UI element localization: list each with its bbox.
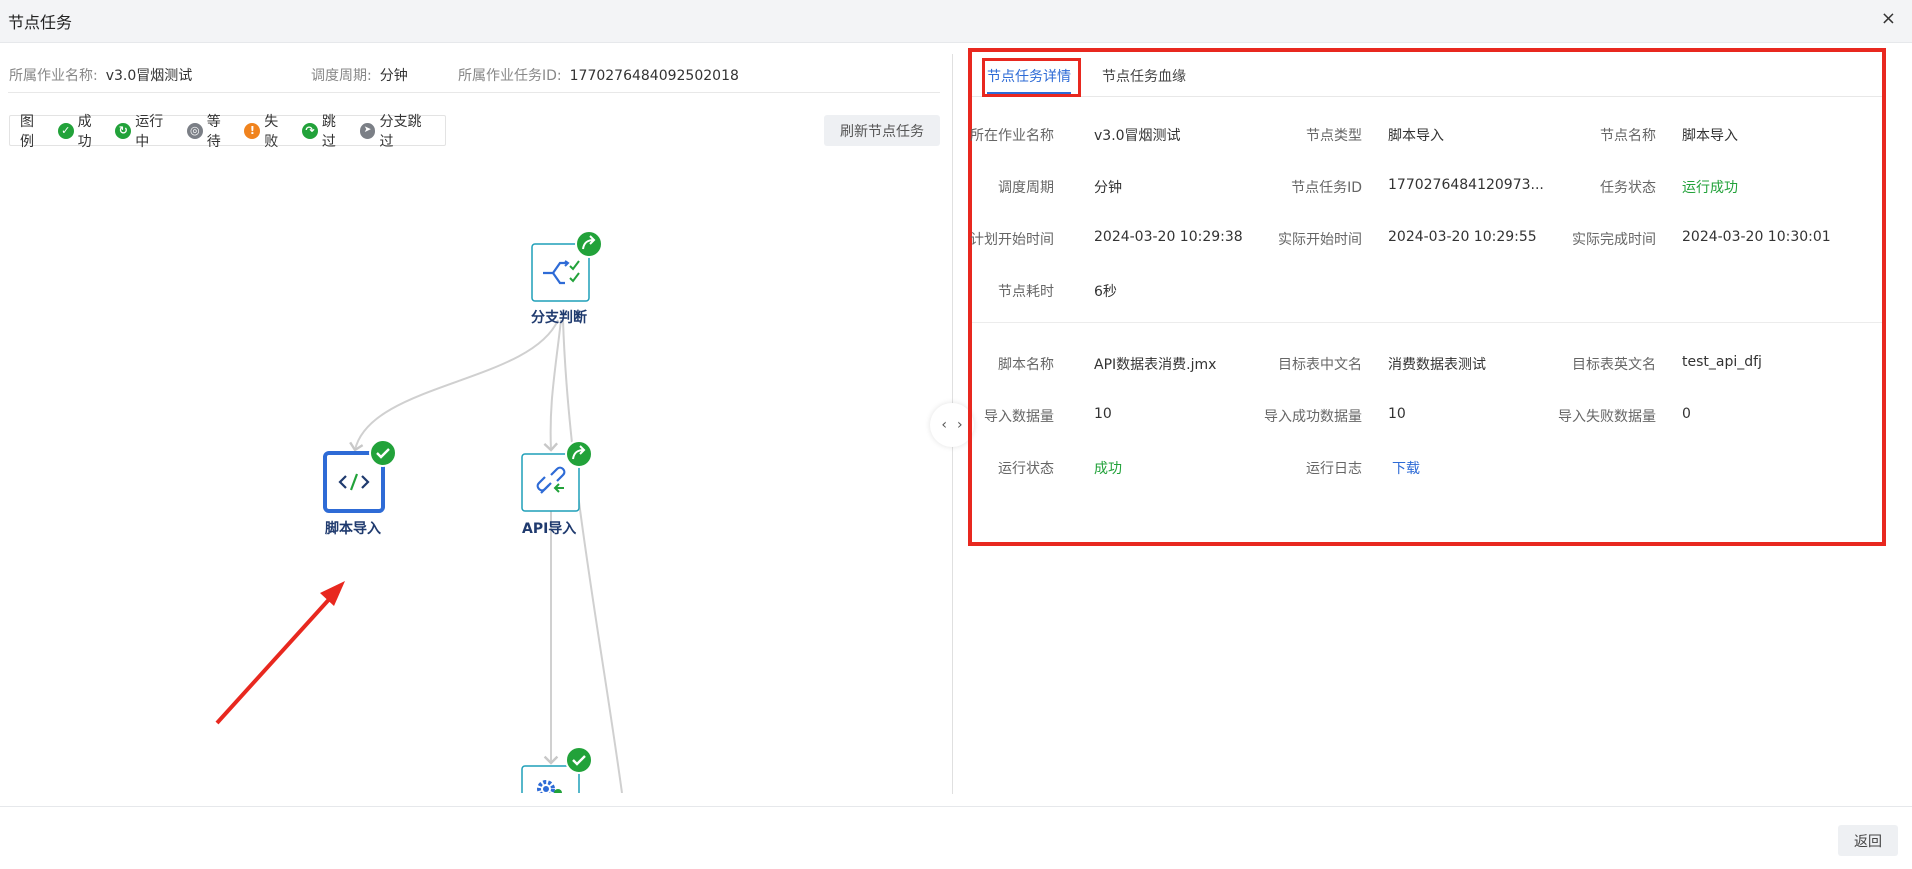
skip-badge-icon bbox=[565, 440, 593, 468]
running-status-icon: ↻ bbox=[115, 122, 132, 139]
node-label-script[interactable]: 脚本导入 bbox=[325, 518, 381, 538]
detail-node-type: 脚本导入 bbox=[1388, 128, 1444, 144]
legend-item-failed: ! 失败 bbox=[244, 111, 292, 151]
detail-job-name: v3.0冒烟测试 bbox=[1094, 128, 1181, 144]
legend-label: 失败 bbox=[264, 113, 279, 150]
legend-label: 等待 bbox=[206, 113, 221, 150]
node-branch-decision bbox=[531, 230, 603, 302]
back-button[interactable]: 返回 bbox=[1838, 825, 1898, 856]
meta-task-id: 所属作业任务ID: 1770276484092502018 bbox=[458, 65, 739, 85]
meta-task-id-label: 所属作业任务ID: bbox=[458, 68, 562, 84]
detail-label: 计划开始时间 bbox=[970, 232, 1054, 248]
success-badge-icon bbox=[565, 746, 593, 774]
dialog-header: 节点任务 × bbox=[0, 0, 1912, 43]
detail-label: 运行日志 bbox=[1306, 461, 1362, 477]
flow-pane: 所属作业名称: v3.0冒烟测试 调度周期: 分钟 所属作业任务ID: 1770276… bbox=[0, 43, 952, 795]
detail-duration: 6秒 bbox=[1094, 284, 1117, 300]
legend-item-skip: ↷ 跳过 bbox=[302, 111, 350, 151]
legend-label: 跳过 bbox=[321, 113, 336, 150]
detail-node-name: 脚本导入 bbox=[1682, 128, 1738, 144]
dialog-title: 节点任务 bbox=[8, 13, 73, 32]
detail-target-cn: 消费数据表测试 bbox=[1388, 357, 1486, 373]
detail-actual-end: 2024-03-20 10:30:01 bbox=[1682, 229, 1831, 245]
flow-graph bbox=[215, 230, 623, 793]
detail-label: 节点耗时 bbox=[998, 284, 1054, 300]
waiting-status-icon: ◎ bbox=[186, 122, 203, 139]
meta-cycle-label: 调度周期: bbox=[311, 68, 372, 84]
detail-label: 导入失败数据量 bbox=[1558, 409, 1656, 425]
detail-label: 实际完成时间 bbox=[1572, 232, 1656, 248]
node-api-import bbox=[521, 440, 593, 512]
tab-node-task-lineage[interactable]: 节点任务血缘 bbox=[1102, 66, 1186, 86]
detail-label: 调度周期 bbox=[998, 180, 1054, 196]
detail-run-status: 成功 bbox=[1094, 461, 1122, 477]
node-detail-panel: 节点任务详情 节点任务血缘 所在作业名称 v3.0冒烟测试 节点类型 脚本导入 … bbox=[968, 48, 1886, 546]
legend-label: 运行中 bbox=[135, 113, 164, 150]
detail-task-status: 运行成功 bbox=[1682, 180, 1738, 196]
close-icon[interactable]: × bbox=[1881, 8, 1896, 29]
success-status-icon: ✓ bbox=[57, 122, 74, 139]
edge-branch-script bbox=[349, 319, 559, 452]
refresh-node-tasks-button[interactable]: 刷新节点任务 bbox=[824, 115, 940, 146]
detail-script-name: API数据表消费.jmx bbox=[1094, 357, 1217, 373]
meta-cycle: 调度周期: 分钟 bbox=[311, 65, 408, 85]
detail-label: 运行状态 bbox=[998, 461, 1054, 477]
detail-label: 所在作业名称 bbox=[970, 128, 1054, 144]
legend-label: 分支跳过 bbox=[379, 113, 422, 150]
detail-label: 导入成功数据量 bbox=[1264, 409, 1362, 425]
detail-plan-start: 2024-03-20 10:29:38 bbox=[1094, 229, 1243, 245]
tab-node-task-detail[interactable]: 节点任务详情 bbox=[987, 66, 1071, 94]
legend-item-waiting: ◎ 等待 bbox=[186, 111, 235, 151]
failed-status-icon: ! bbox=[244, 122, 261, 139]
meta-job-name: 所属作业名称: v3.0冒烟测试 bbox=[9, 65, 192, 85]
detail-import-fail: 0 bbox=[1682, 406, 1691, 422]
chevron-left-icon[interactable]: ‹ bbox=[941, 417, 947, 433]
status-legend: 图例 ✓ 成功 ↻ 运行中 ◎ 等待 ! 失败 ↷ 跳过 ➤ 分支跳过 bbox=[9, 114, 446, 150]
detail-tabs: 节点任务详情 节点任务血缘 bbox=[972, 52, 1882, 97]
section-divider bbox=[972, 322, 1882, 323]
node-label-api[interactable]: API导入 bbox=[522, 518, 576, 538]
detail-import-count: 10 bbox=[1094, 406, 1112, 422]
meta-job-name-label: 所属作业名称: bbox=[9, 68, 98, 84]
detail-label: 导入数据量 bbox=[984, 409, 1054, 425]
annotation-arrow bbox=[215, 581, 345, 725]
detail-node-task-id: 1770276484120973... bbox=[1388, 177, 1544, 193]
download-log-link[interactable]: 下载 bbox=[1392, 458, 1420, 478]
detail-label: 节点任务ID bbox=[1291, 180, 1362, 196]
skip-badge-icon bbox=[575, 230, 603, 258]
legend-label: 成功 bbox=[77, 113, 92, 150]
detail-import-success: 10 bbox=[1388, 406, 1406, 422]
edge-branch-down bbox=[562, 319, 623, 793]
divider bbox=[8, 92, 940, 93]
branch-skip-status-icon: ➤ bbox=[359, 122, 376, 139]
footer-divider bbox=[0, 806, 1912, 807]
detail-label: 目标表英文名 bbox=[1572, 357, 1656, 373]
detail-cycle: 分钟 bbox=[1094, 180, 1122, 196]
detail-label: 节点类型 bbox=[1306, 128, 1362, 144]
meta-cycle-value: 分钟 bbox=[379, 68, 408, 84]
meta-task-id-value: 1770276484092502018 bbox=[569, 68, 739, 84]
detail-label: 任务状态 bbox=[1600, 180, 1656, 196]
detail-label: 实际开始时间 bbox=[1278, 232, 1362, 248]
node-script-import bbox=[323, 439, 397, 513]
detail-label: 脚本名称 bbox=[998, 357, 1054, 373]
detail-label: 节点名称 bbox=[1600, 128, 1656, 144]
legend-item-running: ↻ 运行中 bbox=[115, 111, 176, 151]
skip-status-icon: ↷ bbox=[302, 122, 318, 139]
detail-actual-start: 2024-03-20 10:29:55 bbox=[1388, 229, 1537, 245]
detail-target-en: test_api_dfj bbox=[1682, 354, 1762, 370]
legend-title: 图例 bbox=[20, 113, 34, 150]
legend-item-branch-skip: ➤ 分支跳过 bbox=[359, 111, 435, 151]
node-gear bbox=[521, 746, 593, 793]
success-badge-icon bbox=[369, 439, 397, 467]
meta-job-name-value: v3.0冒烟测试 bbox=[105, 68, 193, 84]
node-label-branch[interactable]: 分支判断 bbox=[531, 307, 587, 327]
edge-branch-api bbox=[543, 319, 562, 452]
flow-canvas[interactable]: 分支判断 脚本导入 API导入 bbox=[0, 153, 952, 793]
detail-label: 目标表中文名 bbox=[1278, 357, 1362, 373]
legend-item-success: ✓ 成功 bbox=[57, 111, 106, 151]
